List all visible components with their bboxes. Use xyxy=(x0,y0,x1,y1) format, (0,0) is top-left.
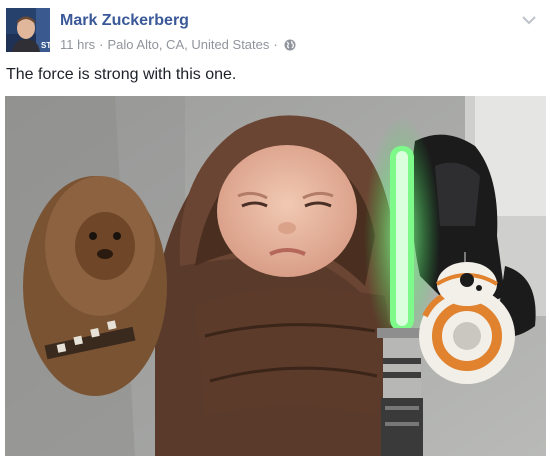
author-name-link[interactable]: Mark Zuckerberg xyxy=(60,12,189,30)
meta-separator: · xyxy=(99,37,104,52)
baby-starwars-photo xyxy=(5,96,546,456)
post-location[interactable]: Palo Alto, CA, United States xyxy=(108,37,270,52)
meta-separator: · xyxy=(273,37,278,52)
post-card: STU Mark Zuckerberg 11 hrs · Palo Alto, … xyxy=(0,0,550,460)
post-meta: 11 hrs · Palo Alto, CA, United States · xyxy=(60,37,296,52)
post-status-text: The force is strong with this one. xyxy=(6,66,237,83)
avatar-image: STU xyxy=(6,8,50,52)
avatar[interactable]: STU xyxy=(6,8,50,52)
post-timestamp[interactable]: 11 hrs xyxy=(60,37,95,52)
globe-icon[interactable] xyxy=(284,39,296,51)
post-photo[interactable] xyxy=(5,96,546,456)
chevron-down-icon[interactable] xyxy=(522,12,536,25)
avatar-badge-text: STU xyxy=(41,41,50,50)
